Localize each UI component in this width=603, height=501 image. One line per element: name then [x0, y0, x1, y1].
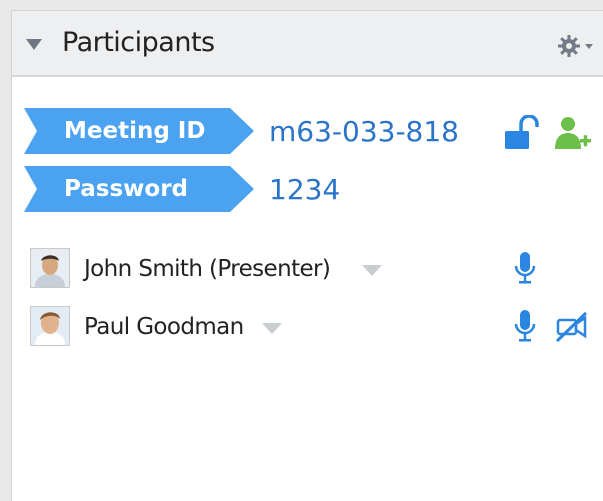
- microphone-icon: [514, 310, 536, 342]
- participant-menu-dropdown[interactable]: [262, 323, 282, 334]
- mute-button[interactable]: [513, 309, 537, 350]
- password-label: Password: [24, 166, 254, 212]
- panel-header: Participants: [12, 11, 603, 77]
- avatar: [30, 248, 70, 288]
- add-user-icon: [555, 117, 591, 149]
- participant-name: Paul Goodman: [84, 314, 244, 340]
- participants-panel: Participants Meeting ID m63-033-818 Pass…: [11, 10, 603, 501]
- avatar-image: [31, 249, 69, 287]
- participant-name: John Smith (Presenter): [84, 256, 331, 282]
- unlock-icon: [505, 114, 539, 149]
- settings-button[interactable]: [557, 33, 597, 59]
- meeting-id-label: Meeting ID: [24, 108, 254, 154]
- gear-icon: [558, 35, 593, 57]
- participant-menu-dropdown[interactable]: [362, 265, 382, 276]
- meeting-id-value: m63-033-818: [269, 115, 459, 148]
- panel-title: Participants: [62, 27, 215, 58]
- lock-button[interactable]: [504, 114, 540, 156]
- collapse-icon[interactable]: [26, 39, 42, 50]
- video-button[interactable]: [554, 311, 590, 348]
- avatar: [30, 306, 70, 346]
- add-participant-button[interactable]: [553, 113, 593, 158]
- avatar-image: [31, 307, 69, 345]
- microphone-icon: [514, 252, 536, 284]
- password-value: 1234: [269, 173, 341, 206]
- mute-button[interactable]: [513, 251, 537, 292]
- video-off-icon: [555, 311, 588, 343]
